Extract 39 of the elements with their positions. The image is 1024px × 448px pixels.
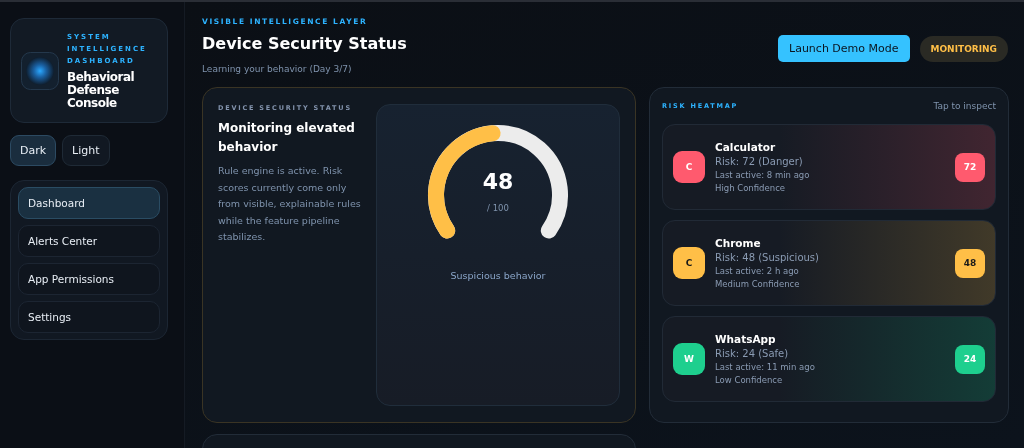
nav-item[interactable]: Dashboard [18, 187, 160, 219]
app-name: Chrome [715, 237, 762, 249]
app-name: WhatsApp [715, 333, 777, 345]
gauge-caption: Suspicious behavior [450, 270, 546, 281]
status-description: Rule engine is active. Risk scores currently come only from visible, explainable rules while the feature pipeline stabilizes. [218, 164, 362, 244]
status-title: Monitoring elevated behavior [218, 120, 356, 156]
app-risk-row[interactable]: W WhatsApp Risk: 24 (Safe) Last active: 11 min ago Low Confidence 24 [662, 316, 996, 402]
brand-title: Behavioral Defense Console [67, 71, 136, 110]
app-score-badge: 72 [955, 152, 985, 182]
app-avatar: C [673, 247, 705, 279]
app-avatar: C [673, 151, 705, 183]
gauge-score: 48 [482, 169, 514, 194]
theme-button[interactable]: Dark [10, 135, 57, 166]
page-title: Device Security Status [202, 34, 407, 53]
app-score-badge: 48 [955, 248, 985, 278]
app-last-active: Last active: 8 min ago [715, 170, 810, 180]
heatmap-hint: Tap to inspect [933, 101, 996, 111]
app-risk: Risk: 24 (Safe) [715, 348, 790, 359]
app-risk: Risk: 48 (Suspicious) [715, 252, 819, 263]
theme-button[interactable]: Light [62, 135, 110, 166]
nav-item[interactable]: Settings [18, 301, 160, 333]
app-risk: Risk: 72 (Danger) [715, 156, 804, 167]
nav-item[interactable]: App Permissions [18, 263, 160, 295]
launch-demo-button[interactable]: Launch Demo Mode [778, 35, 910, 62]
app-last-active: Last active: 11 min ago [715, 362, 815, 372]
app-name: Calculator [715, 141, 777, 153]
app-score-badge: 24 [955, 344, 985, 374]
status-badge: MONITORING [919, 35, 1008, 62]
app-confidence: High Confidence [715, 183, 787, 193]
app-risk-row[interactable]: C Calculator Risk: 72 (Danger) Last active: 8 min ago High Confidence 72 [662, 124, 996, 210]
app-last-active: Last active: 2 h ago [715, 266, 800, 276]
glowing-orb-icon [21, 51, 59, 90]
app-confidence: Low Confidence [715, 375, 784, 385]
app-confidence: Medium Confidence [715, 279, 801, 289]
page-subtitle: Learning your behavior (Day 3/7) [202, 64, 353, 74]
app-risk-row[interactable]: C Chrome Risk: 48 (Suspicious) Last active: 2 h ago Medium Confidence 48 [662, 220, 996, 306]
app-avatar: W [673, 343, 705, 375]
nav-item[interactable]: Alerts Center [18, 225, 160, 257]
gauge-max: / 100 [487, 203, 509, 213]
